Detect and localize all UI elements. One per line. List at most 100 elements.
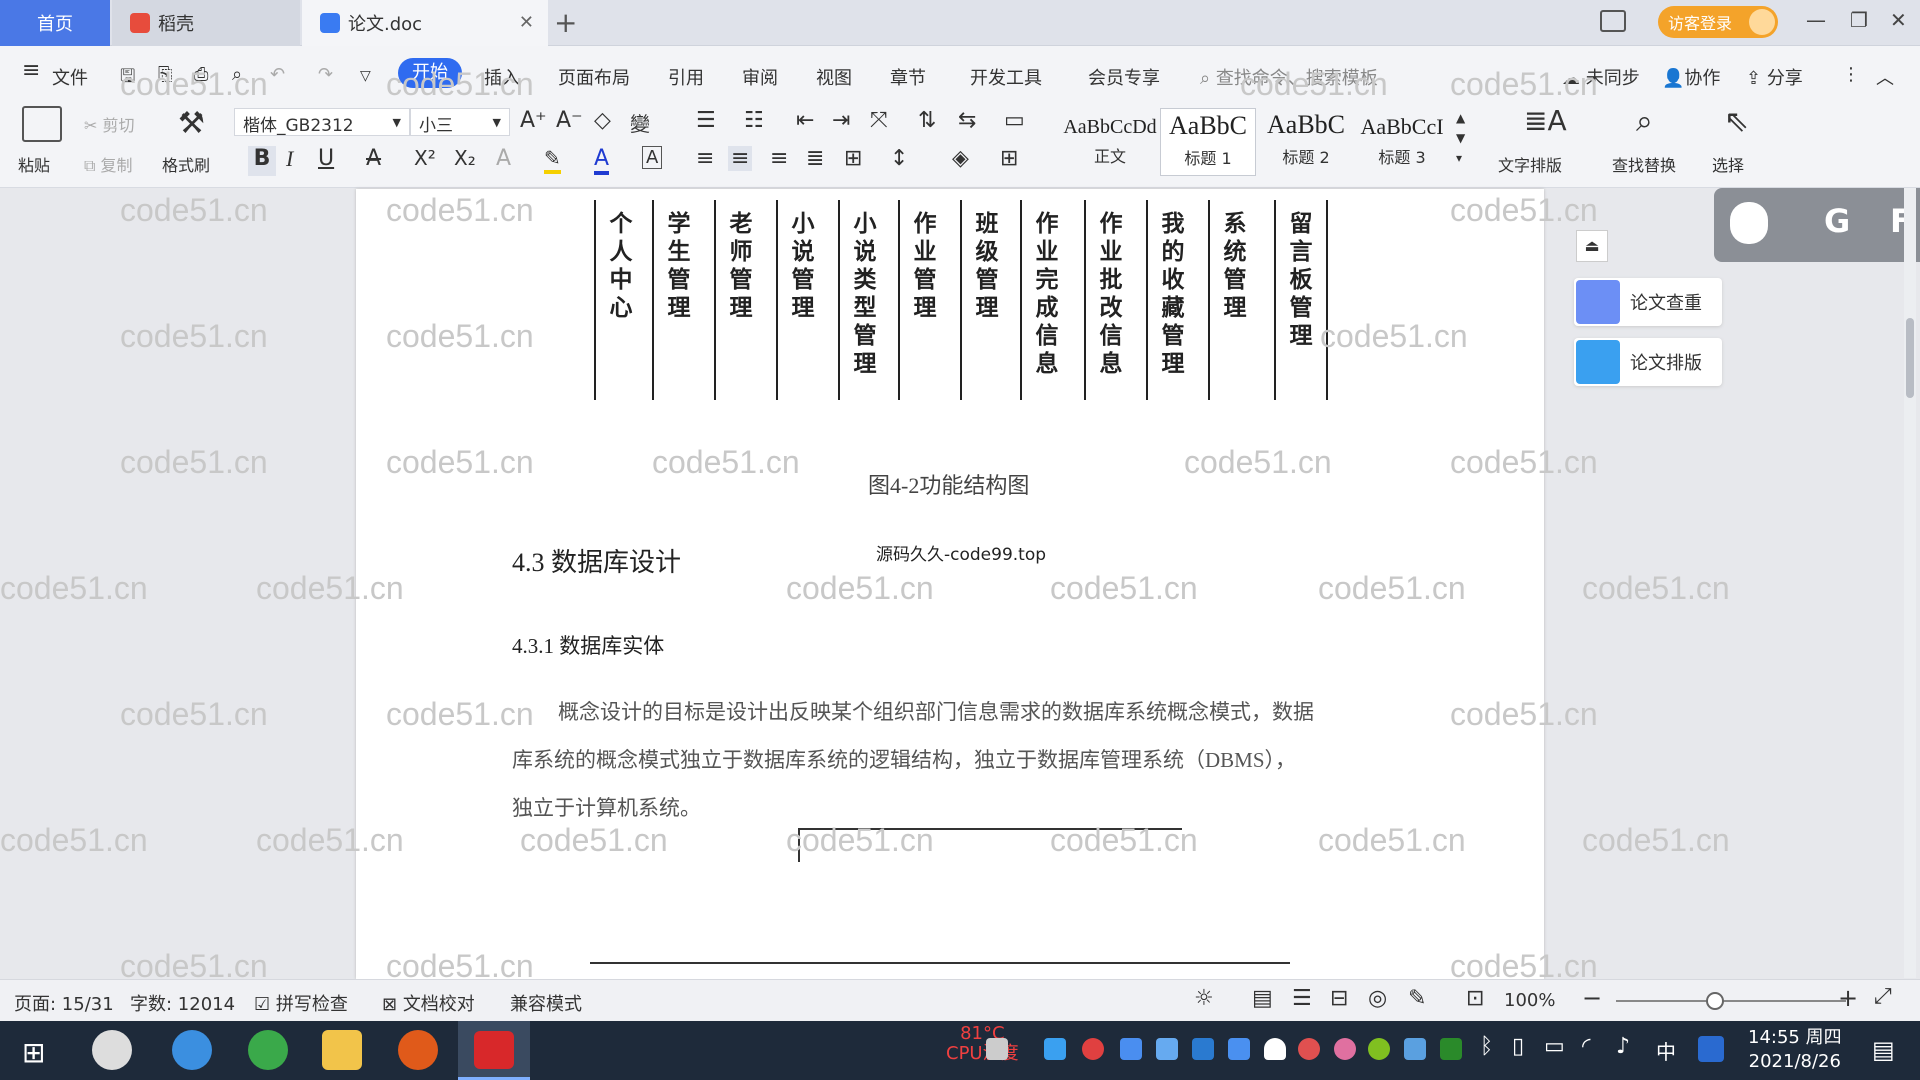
write-view-icon[interactable]: ✎ (1408, 986, 1426, 1011)
paper-check-button[interactable]: 论文查重 (1574, 278, 1722, 326)
format-painter-button[interactable]: 格式刷 (162, 152, 210, 176)
share-button[interactable]: ⇪ 分享 (1746, 64, 1803, 90)
char-border-icon[interactable]: A (642, 146, 663, 169)
align-right-icon[interactable]: ≡ (770, 146, 788, 171)
paper-format-button[interactable]: 论文排版 (1574, 338, 1722, 386)
app-mask-icon[interactable] (398, 1030, 438, 1070)
quick-access-dropdown-icon[interactable]: ▽ (360, 68, 371, 84)
distribute-icon[interactable]: ⊞ (844, 146, 862, 171)
superscript-icon[interactable]: X² (414, 146, 436, 170)
decrease-indent-icon[interactable]: ⇤ (796, 108, 814, 133)
styles-scroll-icon[interactable]: ▲ ▼ ▾ (1456, 108, 1465, 168)
phone-icon[interactable]: ▯ (1512, 1034, 1524, 1059)
tab-ruler-icon[interactable]: ▭ (1004, 108, 1025, 133)
show-marks-icon[interactable]: ⇆ (958, 108, 976, 133)
style-heading-1[interactable]: AaBbC 标题 1 (1160, 108, 1256, 176)
file-explorer-icon[interactable] (322, 1030, 362, 1070)
outline-view-icon[interactable]: ☰ (1292, 986, 1312, 1011)
close-window-icon[interactable]: ✕ (1890, 8, 1907, 32)
volume-icon[interactable]: ♪ (1616, 1034, 1630, 1059)
eye-protect-icon[interactable]: ☼ (1194, 986, 1214, 1011)
tray-app-icon[interactable] (1044, 1038, 1066, 1060)
increase-indent-icon[interactable]: ⇥ (832, 108, 850, 133)
g-icon[interactable]: G (1824, 202, 1850, 240)
phonetic-icon[interactable]: 變 (630, 108, 650, 137)
browser-360-icon[interactable] (248, 1030, 288, 1070)
bold-icon[interactable]: B (248, 146, 276, 176)
battery-icon[interactable]: ▭ (1544, 1034, 1565, 1059)
web-view-icon[interactable]: ◎ (1368, 986, 1387, 1011)
tab-daoke[interactable]: 稻壳 (112, 0, 300, 46)
font-size-select[interactable]: 小三 ▼ (410, 108, 510, 136)
justify-icon[interactable]: ≣ (806, 146, 824, 171)
highlight-icon[interactable]: ✎ (544, 146, 561, 174)
word-count[interactable]: 字数: 12014 (130, 990, 235, 1016)
wps-taskbar-button[interactable] (458, 1021, 530, 1080)
redo-icon[interactable]: ↷ (318, 64, 333, 85)
align-center-icon[interactable]: ≡ (728, 146, 753, 171)
undo-icon[interactable]: ↶ (270, 64, 285, 85)
new-tab-icon[interactable]: + (554, 6, 577, 39)
text-effect-icon[interactable]: A (496, 146, 511, 171)
format-painter-icon[interactable]: ⚒ (178, 106, 205, 141)
paste-icon[interactable] (22, 106, 62, 142)
text-layout-button[interactable]: 文字排版 (1498, 152, 1562, 176)
fit-page-icon[interactable]: ⊡ (1466, 986, 1484, 1011)
font-family-select[interactable]: 楷体_GB2312 ▼ (234, 108, 410, 136)
tray-app-icon[interactable] (1082, 1038, 1104, 1060)
find-replace-button[interactable]: 查找替换 (1612, 152, 1676, 176)
shading-icon[interactable]: ◈ (952, 146, 969, 171)
collapse-ribbon-icon[interactable]: ︿ (1876, 64, 1894, 90)
minimize-icon[interactable]: — (1806, 8, 1826, 32)
menu-chapter[interactable]: 章节 (890, 64, 926, 90)
line-spacing-icon[interactable]: ↕ (890, 146, 908, 171)
cut-button[interactable]: ✂ 剪切 (84, 112, 135, 136)
strikethrough-icon[interactable]: A (366, 146, 381, 171)
reader-mode-icon[interactable] (1600, 10, 1626, 32)
style-heading-3[interactable]: AaBbCcI 标题 3 (1354, 108, 1450, 176)
bluetooth-icon[interactable]: ᛒ (1480, 1034, 1493, 1059)
bullet-list-icon[interactable]: ☰ (696, 108, 716, 133)
grow-font-icon[interactable]: A⁺ (520, 108, 547, 133)
proofread-button[interactable]: ⊠ 文档校对 (382, 990, 475, 1016)
mouse-icon[interactable] (1730, 202, 1768, 244)
page-indicator[interactable]: 页面: 15/31 (14, 990, 114, 1016)
fullscreen-icon[interactable]: ⤢ (1874, 984, 1892, 1009)
paste-button[interactable]: 粘贴 (18, 152, 50, 176)
shield-icon[interactable] (1228, 1038, 1250, 1060)
find-replace-icon[interactable]: ⌕ (1636, 104, 1653, 139)
shrink-font-icon[interactable]: A⁻ (556, 108, 583, 133)
clear-format-icon[interactable]: ◇ (594, 108, 611, 133)
zoom-in-icon[interactable]: + (1838, 984, 1858, 1012)
copy-button[interactable]: ⧉ 复制 (84, 152, 133, 176)
tray-app-icon[interactable] (1368, 1038, 1390, 1060)
menu-view[interactable]: 视图 (816, 64, 852, 90)
tray-app-icon[interactable] (1120, 1038, 1142, 1060)
style-heading-2[interactable]: AaBbC 标题 2 (1258, 108, 1354, 176)
menu-developer[interactable]: 开发工具 (970, 64, 1042, 90)
zoom-slider[interactable] (1616, 1000, 1846, 1002)
text-layout-icon[interactable]: ≣A (1524, 104, 1567, 137)
menu-layout[interactable]: 页面布局 (558, 64, 630, 90)
menu-member[interactable]: 会员专享 (1088, 64, 1160, 90)
font-color-icon[interactable]: A (594, 146, 610, 175)
numbered-list-icon[interactable]: ☷ (744, 108, 764, 133)
tray-app-icon[interactable] (1404, 1038, 1426, 1060)
app-pinwheel-icon[interactable] (92, 1030, 132, 1070)
align-left-icon[interactable]: ≡ (696, 146, 714, 171)
bell-icon[interactable] (1264, 1038, 1286, 1060)
tray-app-icon[interactable] (1156, 1038, 1178, 1060)
select-cursor-icon[interactable]: ⇖ (1724, 104, 1749, 139)
notification-icon[interactable]: ▤ (1872, 1036, 1895, 1064)
tray-app-icon[interactable] (1298, 1038, 1320, 1060)
menu-references[interactable]: 引用 (668, 64, 704, 90)
clock[interactable]: 14:55 周四 2021/8/26 (1748, 1026, 1842, 1074)
menu-review[interactable]: 审阅 (742, 64, 778, 90)
text-direction-icon[interactable]: ⤧ (870, 108, 888, 133)
ime-indicator[interactable]: 中 (1656, 1036, 1676, 1065)
qq-icon[interactable] (1698, 1036, 1724, 1062)
close-tab-icon[interactable]: ✕ (519, 12, 534, 33)
keyboard-icon[interactable] (986, 1038, 1008, 1060)
italic-icon[interactable]: I (286, 146, 293, 172)
underline-icon[interactable]: U (318, 146, 334, 171)
